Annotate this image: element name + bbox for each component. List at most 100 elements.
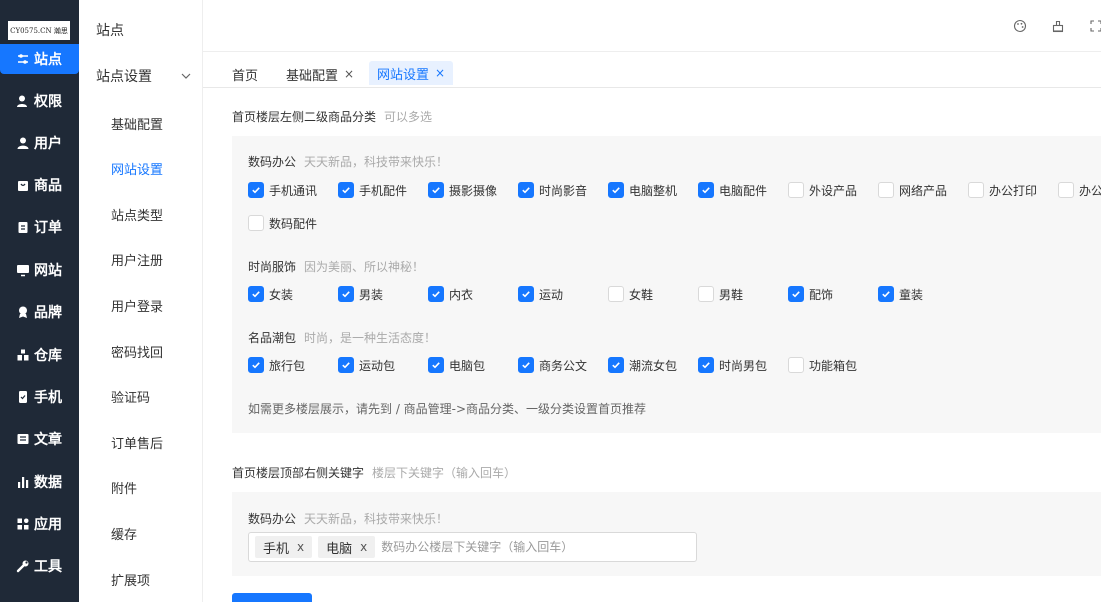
category-group-title: 数码办公 天天新品，科技带来快乐！	[248, 155, 449, 169]
keyword-input[interactable]	[381, 540, 632, 554]
checkbox-checked-icon[interactable]	[248, 182, 264, 198]
rail-item-8[interactable]: 手机	[0, 382, 79, 412]
checkbox-checked-icon[interactable]	[248, 357, 264, 373]
checkbox-empty-icon[interactable]	[968, 182, 984, 198]
category-checkbox[interactable]: 摄影摄像	[428, 181, 497, 199]
category-checkbox[interactable]: 潮流女包	[608, 356, 677, 374]
category-checkbox[interactable]: 电脑配件	[698, 181, 767, 199]
checkbox-checked-icon[interactable]	[338, 182, 354, 198]
checkbox-checked-icon[interactable]	[608, 357, 624, 373]
submenu-item-1[interactable]: 网站设置	[111, 159, 163, 178]
tab-label: 网站设置	[377, 67, 430, 83]
rail-item-label: 品牌	[34, 305, 62, 321]
fullscreen-icon[interactable]	[1089, 19, 1101, 33]
category-checkbox[interactable]: 手机配件	[338, 181, 407, 199]
checkbox-empty-icon[interactable]	[788, 182, 804, 198]
checkbox-checked-icon[interactable]	[878, 286, 894, 302]
chevron-down-icon	[181, 73, 191, 79]
rail-item-4[interactable]: 订单	[0, 212, 79, 242]
tab-0[interactable]: 首页	[232, 62, 258, 86]
category-checkbox[interactable]: 网络产品	[878, 181, 947, 199]
rail-item-6[interactable]: 品牌	[0, 297, 79, 327]
category-checkbox[interactable]: 电脑包	[428, 356, 485, 374]
checkbox-checked-icon[interactable]	[248, 286, 264, 302]
checkbox-empty-icon[interactable]	[1058, 182, 1074, 198]
category-checkbox[interactable]: 时尚影音	[518, 181, 587, 199]
close-icon[interactable]: ×	[435, 66, 445, 80]
checkbox-checked-icon[interactable]	[338, 357, 354, 373]
checkbox-checked-icon[interactable]	[788, 286, 804, 302]
category-checkbox[interactable]: 女装	[248, 285, 293, 303]
rail-item-0[interactable]: 站点	[0, 44, 79, 74]
checkbox-checked-icon[interactable]	[428, 357, 444, 373]
category-checkbox[interactable]: 数码配件	[248, 214, 317, 232]
checkbox-label: 女鞋	[629, 287, 654, 302]
submenu-item-4[interactable]: 用户登录	[111, 296, 163, 315]
close-icon[interactable]: ×	[344, 67, 354, 81]
rail-item-10[interactable]: 数据	[0, 467, 79, 497]
save-button[interactable]	[232, 593, 312, 602]
checkbox-empty-icon[interactable]	[248, 215, 264, 231]
floor-category-panel: 数码办公 天天新品，科技带来快乐！ 手机通讯 手机配件 摄影摄像 时尚影音 电脑整机 电脑配件…	[232, 136, 1101, 433]
category-checkbox[interactable]: 运动包	[338, 356, 395, 374]
category-checkbox[interactable]: 配饰	[788, 285, 833, 303]
rail-item-7[interactable]: 仓库	[0, 340, 79, 370]
category-checkbox[interactable]: 内衣	[428, 285, 473, 303]
checkbox-checked-icon[interactable]	[608, 182, 624, 198]
tab-1[interactable]: 基础配置 ×	[286, 62, 354, 86]
tab-2[interactable]: 网站设置 ×	[369, 61, 454, 85]
submenu-item-9[interactable]: 缓存	[111, 524, 137, 543]
submenu-item-3[interactable]: 用户注册	[111, 250, 163, 269]
checkbox-checked-icon[interactable]	[428, 182, 444, 198]
keyword-tag-input[interactable]: 手机 x 电脑 x	[248, 532, 697, 562]
submenu-item-0[interactable]: 基础配置	[111, 114, 163, 133]
user-icon	[16, 136, 30, 150]
category-checkbox[interactable]: 童装	[878, 285, 923, 303]
category-checkbox[interactable]: 商务公文	[518, 356, 587, 374]
category-checkbox[interactable]: 电脑整机	[608, 181, 677, 199]
submenu-item-10[interactable]: 扩展项	[111, 570, 150, 589]
checkbox-empty-icon[interactable]	[788, 357, 804, 373]
submenu-item-2[interactable]: 站点类型	[111, 205, 163, 224]
category-checkbox[interactable]: 男装	[338, 285, 383, 303]
category-checkbox[interactable]: 时尚男包	[698, 356, 767, 374]
category-checkbox[interactable]: 办公打印	[968, 181, 1037, 199]
checkbox-checked-icon[interactable]	[518, 357, 534, 373]
category-checkbox[interactable]: 旅行包	[248, 356, 305, 374]
rail-item-5[interactable]: 网站	[0, 255, 79, 285]
checkbox-empty-icon[interactable]	[878, 182, 894, 198]
category-checkbox[interactable]: 男鞋	[698, 285, 743, 303]
checkbox-label: 男装	[359, 287, 384, 302]
category-checkbox[interactable]: 女鞋	[608, 285, 653, 303]
submenu-item-8[interactable]: 附件	[111, 478, 137, 497]
category-checkbox[interactable]: 手机通讯	[248, 181, 317, 199]
checkbox-checked-icon[interactable]	[518, 182, 534, 198]
cleanup-icon[interactable]	[1051, 19, 1065, 33]
category-checkbox[interactable]: 运动	[518, 285, 563, 303]
checkbox-checked-icon[interactable]	[338, 286, 354, 302]
rail-item-12[interactable]: 工具	[0, 551, 79, 581]
category-checkbox[interactable]: 办公	[1058, 181, 1101, 199]
tag-remove-icon[interactable]: x	[297, 540, 304, 554]
rail-item-11[interactable]: 应用	[0, 509, 79, 539]
checkbox-checked-icon[interactable]	[518, 286, 534, 302]
category-checkbox[interactable]: 外设产品	[788, 181, 857, 199]
rail-item-3[interactable]: 商品	[0, 170, 79, 200]
tag-remove-icon[interactable]: x	[360, 540, 367, 554]
rail-item-2[interactable]: 用户	[0, 128, 79, 158]
checkbox-label: 电脑配件	[719, 183, 768, 198]
checkbox-checked-icon[interactable]	[698, 182, 714, 198]
checkbox-empty-icon[interactable]	[608, 286, 624, 302]
submenu-group-site-settings[interactable]: 站点设置	[96, 66, 191, 86]
rail-item-label: 用户	[34, 136, 62, 152]
submenu-item-5[interactable]: 密码找回	[111, 342, 163, 361]
submenu-item-7[interactable]: 订单售后	[111, 433, 163, 452]
category-checkbox[interactable]: 功能箱包	[788, 356, 857, 374]
checkbox-empty-icon[interactable]	[698, 286, 714, 302]
rail-item-9[interactable]: 文章	[0, 424, 79, 454]
checkbox-checked-icon[interactable]	[698, 357, 714, 373]
checkbox-checked-icon[interactable]	[428, 286, 444, 302]
submenu-item-6[interactable]: 验证码	[111, 387, 150, 406]
rail-item-1[interactable]: 权限	[0, 86, 79, 116]
palette-icon[interactable]	[1013, 19, 1027, 33]
